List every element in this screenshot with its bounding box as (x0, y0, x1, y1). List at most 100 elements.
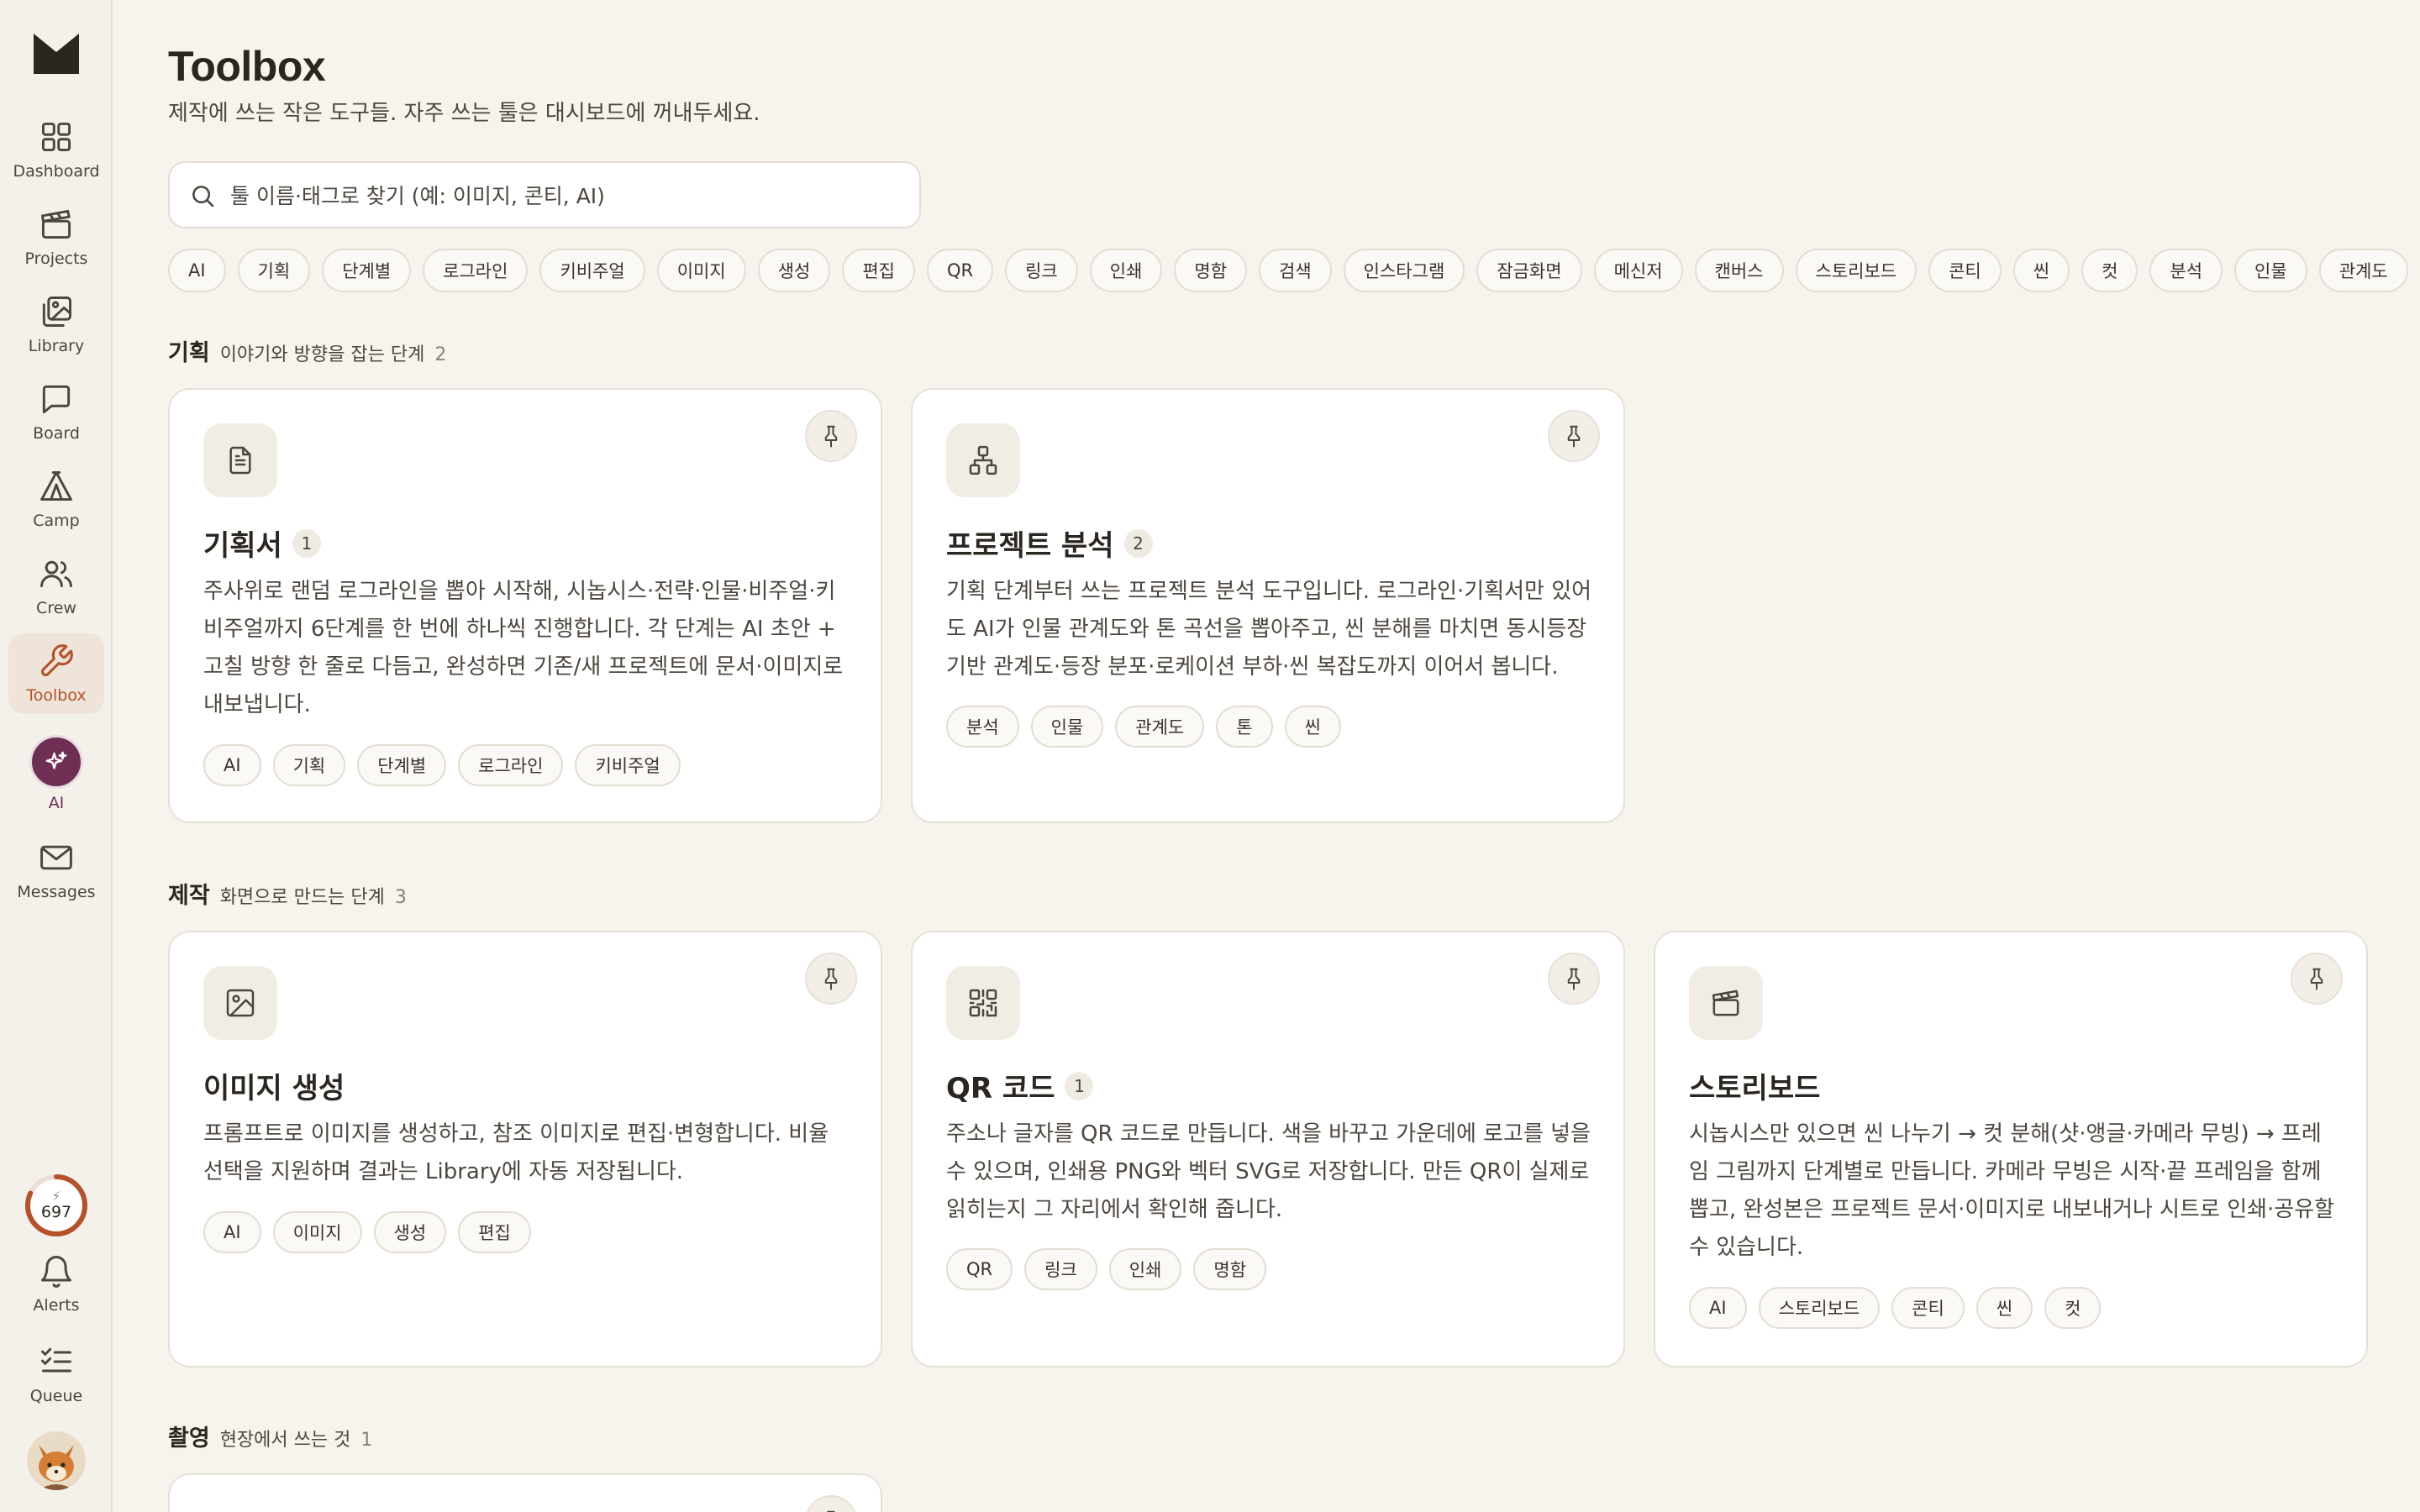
tag-chip[interactable]: 인쇄 (1108, 1248, 1182, 1290)
filter-chip[interactable]: 검색 (1259, 249, 1332, 292)
filter-chip[interactable]: 잠금화면 (1476, 249, 1582, 292)
card-description: 주사위로 랜덤 로그라인을 뽑아 시작해, 시놉시스·전략·인물·비주얼·키비주… (203, 579, 844, 717)
section-count: 3 (394, 887, 407, 908)
filter-chip[interactable]: 편집 (842, 249, 915, 292)
tag-chip[interactable]: 콘티 (1891, 1287, 1965, 1329)
sidebar-item-library[interactable]: Library (8, 284, 104, 365)
user-avatar[interactable] (27, 1431, 86, 1490)
tag-chip[interactable]: 명함 (1193, 1248, 1267, 1290)
sidebar-item-alerts[interactable]: Alerts (8, 1240, 104, 1327)
filter-chip[interactable]: 관계도 (2318, 249, 2408, 292)
tag-chip[interactable]: 씬 (1975, 1287, 2033, 1329)
pin-icon (2310, 968, 2323, 990)
ai-badge (29, 735, 83, 789)
pin-button[interactable] (805, 953, 857, 1005)
filter-chip[interactable]: 생성 (757, 249, 831, 292)
tag-chip[interactable]: 씬 (1284, 706, 1341, 748)
tag-chip[interactable]: AI (1689, 1287, 1747, 1329)
tag-chip[interactable]: 링크 (1024, 1248, 1097, 1290)
tag-chip[interactable]: AI (203, 1211, 261, 1253)
tag-chip[interactable]: 톤 (1216, 706, 1273, 748)
tag-chip[interactable]: AI (203, 744, 261, 786)
filter-chip[interactable]: 컷 (2081, 249, 2139, 292)
filter-chip[interactable]: 캔버스 (1694, 249, 1784, 292)
pin-button[interactable] (1548, 410, 1600, 462)
filter-chip[interactable]: 씬 (2012, 249, 2070, 292)
mail-icon (40, 845, 72, 870)
section-header-production: 제작 화면으로 만드는 단계 3 (168, 877, 407, 910)
tag-chip[interactable]: 키비주얼 (575, 744, 681, 786)
filter-chip[interactable]: 인스타그램 (1343, 249, 1465, 292)
tag-chip[interactable]: 단계별 (357, 744, 447, 786)
grid-icon (41, 122, 71, 152)
filter-chip[interactable]: 메신저 (1593, 249, 1683, 292)
pin-button[interactable] (2291, 953, 2343, 1005)
sidebar-item-dashboard[interactable]: Dashboard (8, 109, 104, 190)
filter-chip[interactable]: 키비주얼 (539, 249, 645, 292)
section-header-shooting: 촬영 현장에서 쓰는 것 1 (168, 1420, 372, 1452)
filter-chip[interactable]: 단계별 (322, 249, 412, 292)
sidebar-item-messages[interactable]: Messages (8, 830, 104, 911)
pin-button[interactable] (1548, 953, 1600, 1005)
main-content: Toolbox 제작에 쓰는 작은 도구들. 자주 쓰는 툴은 대시보드에 꺼내… (168, 0, 2420, 1512)
filter-chip[interactable]: 인쇄 (1089, 249, 1163, 292)
search-icon (192, 186, 214, 207)
card-icon-tile (203, 966, 277, 1040)
tag-chip[interactable]: 컷 (2044, 1287, 2102, 1329)
tool-card-storyboard[interactable]: 스토리보드 시놉시스만 있으면 씬 나누기 → 컷 분해(샷·앵글·카메라 무빙… (1654, 931, 2368, 1368)
tent-icon (40, 471, 72, 501)
card-description: 주소나 글자를 QR 코드로 만듭니다. 색을 바꾸고 가운데에 로고를 넣을 … (946, 1121, 1591, 1222)
pin-icon (1567, 968, 1581, 990)
section-title: 기획 (168, 340, 210, 366)
bell-icon (41, 1256, 71, 1288)
sidebar-item-camp[interactable]: Camp (8, 459, 104, 539)
tag-chip[interactable]: 분석 (946, 706, 1019, 748)
app-logo[interactable] (32, 30, 81, 76)
card-title: 이미지 생성 (203, 1065, 345, 1106)
network-icon (969, 445, 997, 475)
filter-chip[interactable]: 로그라인 (423, 249, 529, 292)
pin-button[interactable] (805, 410, 857, 462)
card-title-text: 기획서 (203, 529, 282, 563)
tag-chip[interactable]: 편집 (458, 1211, 531, 1253)
sidebar-item-label: Camp (33, 512, 80, 530)
tool-card-image-generation[interactable]: 이미지 생성 프롬프트로 이미지를 생성하고, 참조 이미지로 편집·변형합니다… (168, 931, 882, 1368)
filter-chip[interactable]: 링크 (1005, 249, 1078, 292)
filter-chip[interactable]: 인물 (2234, 249, 2307, 292)
pin-button[interactable] (805, 1495, 857, 1512)
filter-chip[interactable]: AI (168, 249, 226, 292)
tag-chip[interactable]: 스토리보드 (1758, 1287, 1881, 1329)
tool-card-partial[interactable] (168, 1473, 882, 1512)
sidebar-item-ai[interactable]: AI (8, 727, 104, 820)
tag-chip[interactable]: 관계도 (1115, 706, 1205, 748)
filter-chip[interactable]: 콘티 (1928, 249, 2002, 292)
card-title-text: 프로젝트 분석 (946, 529, 1114, 563)
filter-chip[interactable]: 명함 (1174, 249, 1248, 292)
filter-chip[interactable]: 스토리보드 (1795, 249, 1918, 292)
tag-chip[interactable]: 생성 (373, 1211, 447, 1253)
credit-meter[interactable]: ⚡ 697 (24, 1173, 89, 1238)
filter-chip[interactable]: 기획 (237, 249, 311, 292)
users-icon (40, 560, 72, 588)
tag-chip[interactable]: 인물 (1030, 706, 1104, 748)
tool-card-proposal[interactable]: 기획서 1 주사위로 랜덤 로그라인을 뽑아 시작해, 시놉시스·전략·인물·비… (168, 388, 882, 823)
tag-chip[interactable]: 로그라인 (458, 744, 564, 786)
card-title: 스토리보드 (1689, 1065, 1820, 1106)
search-box[interactable] (168, 161, 921, 228)
tag-chip[interactable]: 기획 (272, 744, 346, 786)
tag-chip[interactable]: QR (946, 1248, 1013, 1290)
tool-card-project-analysis[interactable]: 프로젝트 분석 2 기획 단계부터 쓰는 프로젝트 분석 도구입니다. 로그라인… (911, 388, 1625, 823)
tool-card-qr-code[interactable]: QR 코드 1 주소나 글자를 QR 코드로 만듭니다. 색을 바꾸고 가운데에… (911, 931, 1625, 1368)
sidebar-item-projects[interactable]: Projects (8, 197, 104, 277)
filter-chip[interactable]: 분석 (2149, 249, 2223, 292)
filter-chip[interactable]: 이미지 (656, 249, 746, 292)
page-title: Toolbox (168, 43, 326, 90)
sidebar-item-crew[interactable]: Crew (8, 546, 104, 627)
images-icon (42, 297, 71, 327)
search-input[interactable] (229, 163, 904, 228)
sidebar-item-board[interactable]: Board (8, 371, 104, 452)
sidebar-item-queue[interactable]: Queue (8, 1331, 104, 1418)
tag-chip[interactable]: 이미지 (272, 1211, 362, 1253)
sidebar-item-toolbox[interactable]: Toolbox (8, 633, 104, 714)
filter-chip[interactable]: QR (926, 249, 994, 292)
